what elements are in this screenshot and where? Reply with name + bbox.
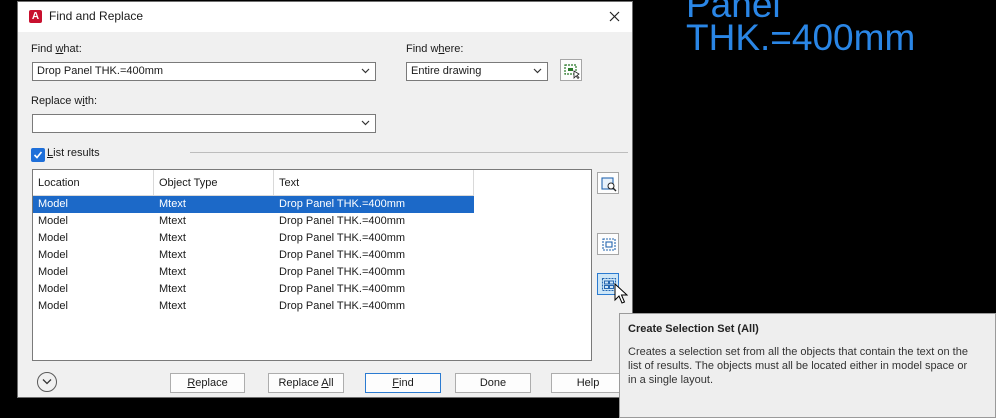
replace-all-button[interactable]: Replace All bbox=[268, 373, 344, 393]
cell-text: Drop Panel THK.=400mm bbox=[279, 300, 406, 312]
tooltip-title: Create Selection Set (All) bbox=[628, 323, 759, 335]
mouse-cursor-icon bbox=[614, 283, 628, 304]
select-objects-icon bbox=[564, 64, 580, 79]
table-row[interactable]: Model Mtext Drop Panel THK.=400mm bbox=[33, 247, 474, 264]
cell-text: Drop Panel THK.=400mm bbox=[279, 232, 406, 244]
cell-object-type: Mtext bbox=[159, 198, 186, 210]
column-header-location[interactable]: Location bbox=[33, 170, 154, 195]
create-selection-set-highlighted-button[interactable] bbox=[597, 233, 619, 255]
table-row[interactable]: Model Mtext Drop Panel THK.=400mm bbox=[33, 230, 474, 247]
find-what-value: Drop Panel THK.=400mm bbox=[37, 65, 164, 77]
list-results-checkbox[interactable] bbox=[31, 148, 45, 162]
cell-object-type: Mtext bbox=[159, 283, 186, 295]
replace-button[interactable]: Replace bbox=[170, 373, 245, 393]
cell-text: Drop Panel THK.=400mm bbox=[279, 266, 406, 278]
cell-object-type: Mtext bbox=[159, 215, 186, 227]
cell-location: Model bbox=[38, 283, 68, 295]
chevron-down-icon bbox=[361, 68, 370, 74]
cell-location: Model bbox=[38, 215, 68, 227]
cell-location: Model bbox=[38, 198, 68, 210]
results-list[interactable]: Location Object Type Text Model Mtext Drop… bbox=[32, 169, 592, 361]
find-button[interactable]: Find bbox=[365, 373, 441, 393]
separator bbox=[190, 152, 628, 153]
chevron-down-icon bbox=[42, 379, 52, 385]
close-icon bbox=[609, 11, 620, 22]
checkmark-icon bbox=[33, 151, 43, 159]
table-row[interactable]: Model Mtext Drop Panel THK.=400mm bbox=[33, 213, 474, 230]
find-replace-dialog: A Find and Replace Find what: Drop Panel… bbox=[17, 1, 633, 398]
dialog-title: Find and Replace bbox=[49, 9, 144, 23]
find-where-value: Entire drawing bbox=[411, 65, 482, 77]
cell-text: Drop Panel THK.=400mm bbox=[279, 283, 406, 295]
find-what-combo[interactable]: Drop Panel THK.=400mm bbox=[32, 62, 376, 81]
cell-text: Drop Panel THK.=400mm bbox=[279, 215, 406, 227]
table-row[interactable]: Model Mtext Drop Panel THK.=400mm bbox=[33, 281, 474, 298]
table-row[interactable]: Model Mtext Drop Panel THK.=400mm bbox=[33, 264, 474, 281]
title-bar: A Find and Replace bbox=[18, 2, 632, 32]
drawing-text-line2: THK.=400mm bbox=[686, 17, 916, 58]
table-row[interactable]: Model Mtext Drop Panel THK.=400mm bbox=[33, 298, 474, 315]
replace-with-combo[interactable] bbox=[32, 114, 376, 133]
cell-object-type: Mtext bbox=[159, 249, 186, 261]
zoom-to-highlighted-button[interactable] bbox=[597, 172, 619, 194]
done-button[interactable]: Done bbox=[455, 373, 531, 393]
autocad-app-icon: A bbox=[29, 10, 42, 23]
find-what-label: Find what: bbox=[31, 43, 82, 55]
chevron-down-icon bbox=[533, 68, 542, 74]
cell-location: Model bbox=[38, 266, 68, 278]
chevron-down-icon bbox=[361, 120, 370, 126]
selection-set-icon bbox=[602, 238, 616, 251]
find-where-label: Find where: bbox=[406, 43, 464, 55]
cell-location: Model bbox=[38, 300, 68, 312]
table-row[interactable]: Model Mtext Drop Panel THK.=400mm bbox=[33, 196, 474, 213]
cell-location: Model bbox=[38, 232, 68, 244]
zoom-to-object-icon bbox=[601, 177, 617, 192]
list-results-label[interactable]: List results bbox=[47, 147, 100, 159]
find-where-combo[interactable]: Entire drawing bbox=[406, 62, 548, 81]
column-header-object-type[interactable]: Object Type bbox=[154, 170, 274, 195]
tooltip-body: Creates a selection set from all the obj… bbox=[628, 346, 968, 386]
expand-options-button[interactable] bbox=[37, 372, 57, 392]
close-button[interactable] bbox=[598, 2, 632, 32]
results-header: Location Object Type Text bbox=[33, 170, 474, 196]
select-objects-button[interactable] bbox=[560, 59, 582, 81]
cell-text: Drop Panel THK.=400mm bbox=[279, 198, 406, 210]
tooltip: Create Selection Set (All) Creates a sel… bbox=[619, 313, 996, 418]
replace-with-label: Replace with: bbox=[31, 95, 98, 107]
cell-text: Drop Panel THK.=400mm bbox=[279, 249, 406, 261]
help-button[interactable]: Help bbox=[551, 373, 625, 393]
cell-object-type: Mtext bbox=[159, 300, 186, 312]
cell-object-type: Mtext bbox=[159, 232, 186, 244]
cell-object-type: Mtext bbox=[159, 266, 186, 278]
column-header-text[interactable]: Text bbox=[274, 170, 474, 195]
cell-location: Model bbox=[38, 249, 68, 261]
